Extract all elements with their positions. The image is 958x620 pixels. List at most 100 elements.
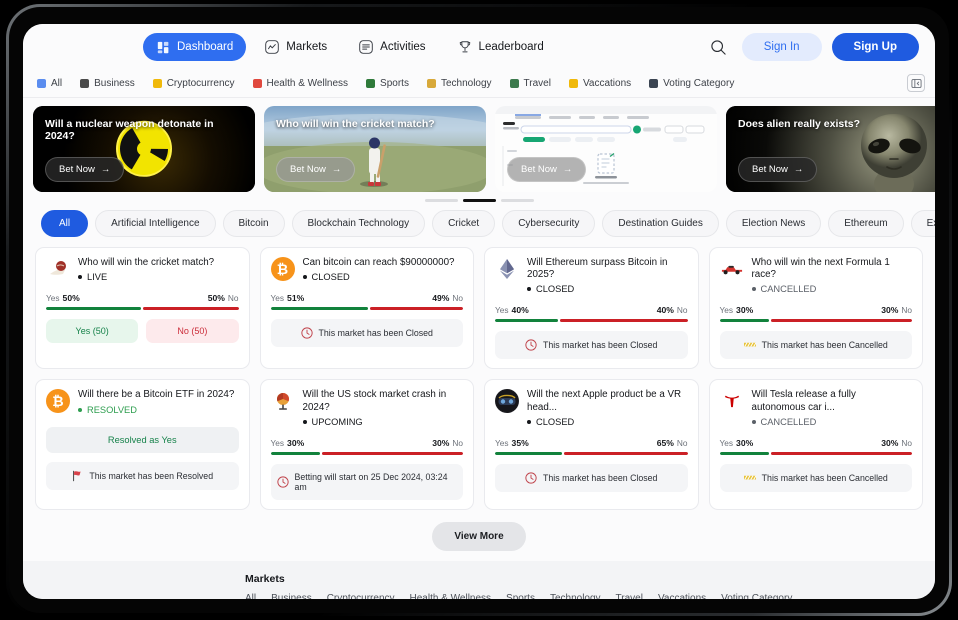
odds-row: Yes35%65%No: [495, 438, 688, 448]
footer-link-voting-category[interactable]: Voting Category: [721, 593, 792, 599]
market-card[interactable]: Will the US stock market crash in 2024?U…: [260, 379, 475, 509]
filter-chip-cricket[interactable]: Cricket: [432, 210, 495, 237]
market-card[interactable]: Will Tesla release a fully autonomous ca…: [709, 379, 924, 509]
market-card[interactable]: ₿Can bitcoin can reach $90000000?CLOSEDY…: [260, 247, 475, 369]
odds-bar-no: [322, 452, 463, 455]
filter-chip-election-news[interactable]: Election News: [726, 210, 821, 237]
footer-link-business[interactable]: Business: [271, 593, 312, 599]
category-item-technology[interactable]: Technology: [427, 78, 492, 89]
hero-slide-1[interactable]: Will a nuclear weapon detonate in 2024?B…: [33, 106, 255, 192]
tesla-icon: [720, 389, 744, 413]
vote-yes-button[interactable]: Yes (50): [46, 319, 138, 343]
no-percent: 30%: [432, 438, 449, 448]
bet-now-button[interactable]: Bet Now→: [507, 157, 586, 182]
filter-chip-blockchain-technology[interactable]: Blockchain Technology: [292, 210, 426, 237]
sign-up-button[interactable]: Sign Up: [832, 33, 919, 61]
market-notice: This market has been Closed: [495, 331, 688, 359]
filter-chip-extra-terrestrial[interactable]: Extra Terrestrial: [911, 210, 935, 237]
hero-slide-3[interactable]: Bet Now→: [495, 106, 717, 192]
category-label: Travel: [524, 78, 551, 89]
filter-chip-artificial-intelligence[interactable]: Artificial Intelligence: [95, 210, 215, 237]
search-icon[interactable]: [706, 34, 732, 60]
hero-slide-4[interactable]: Does alien really exists?Bet Now→: [726, 106, 935, 192]
bet-now-button[interactable]: Bet Now→: [738, 157, 817, 182]
filter-chip-destination-guides[interactable]: Destination Guides: [602, 210, 719, 237]
category-label: Sports: [380, 78, 409, 89]
yes-label: Yes: [495, 438, 509, 448]
market-notice-text: This market has been Closed: [543, 473, 657, 483]
no-label: No: [228, 293, 239, 303]
carousel-dot-3[interactable]: [501, 199, 534, 202]
nav-item-activities[interactable]: Activities: [346, 33, 438, 61]
market-card[interactable]: Will Ethereum surpass Bitcoin in 2025?CL…: [484, 247, 699, 369]
footer-link-health-wellness[interactable]: Health & Wellness: [410, 593, 492, 599]
category-item-travel[interactable]: Travel: [510, 78, 551, 89]
nav-item-markets[interactable]: Markets: [252, 33, 340, 61]
filter-chip-ethereum[interactable]: Ethereum: [828, 210, 903, 237]
category-item-voting-category[interactable]: Voting Category: [649, 78, 734, 89]
nav-item-dashboard[interactable]: Dashboard: [143, 33, 246, 61]
formula1-car-icon: [720, 257, 744, 281]
market-notice: This market has been Closed: [495, 464, 688, 492]
clock-icon: [301, 327, 313, 339]
arrow-right-icon: →: [332, 164, 342, 175]
filter-chip-all[interactable]: All: [41, 210, 88, 237]
category-color-icon: [510, 79, 519, 88]
footer-link-technology[interactable]: Technology: [550, 593, 601, 599]
sign-in-button[interactable]: Sign In: [742, 33, 822, 61]
category-item-vaccations[interactable]: Vaccations: [569, 78, 631, 89]
market-card[interactable]: Who will win the next Formula 1 race?CAN…: [709, 247, 924, 369]
tablet-device-frame: Dashboard Markets Activities Leaderboard: [6, 4, 952, 616]
yes-odds: Yes51%: [271, 293, 308, 303]
market-question: Will the next Apple product be a VR head…: [527, 389, 688, 413]
yes-odds: Yes50%: [46, 293, 83, 303]
category-label: All: [51, 78, 62, 89]
clock-icon: [277, 476, 289, 488]
footer-link-cryptocurrency[interactable]: Cryptocurrency: [327, 593, 395, 599]
status-dot-icon: [78, 408, 82, 412]
vote-no-button[interactable]: No (50): [146, 319, 238, 343]
market-card[interactable]: ₿Will there be a Bitcoin ETF in 2024?RES…: [35, 379, 250, 509]
market-notice: This market has been Resolved: [46, 462, 239, 490]
carousel-dot-2[interactable]: [463, 199, 496, 202]
category-item-business[interactable]: Business: [80, 78, 135, 89]
footer-link-travel[interactable]: Travel: [616, 593, 643, 599]
market-meta: Will Tesla release a fully autonomous ca…: [752, 389, 913, 426]
hero-slide-2[interactable]: Who will win the cricket match?Bet Now→: [264, 106, 486, 192]
bet-now-button[interactable]: Bet Now→: [45, 157, 124, 182]
no-label: No: [452, 438, 463, 448]
footer-link-all[interactable]: All: [245, 593, 256, 599]
bet-now-button[interactable]: Bet Now→: [276, 157, 355, 182]
panel-collapse-icon[interactable]: [907, 74, 925, 92]
odds-bar-no: [370, 307, 463, 310]
nav-item-leaderboard[interactable]: Leaderboard: [445, 33, 557, 61]
market-card[interactable]: Will the next Apple product be a VR head…: [484, 379, 699, 509]
footer-link-vaccations[interactable]: Vaccations: [658, 593, 706, 599]
category-item-all[interactable]: All: [37, 78, 62, 89]
resolved-flag-icon: [71, 470, 83, 482]
category-item-sports[interactable]: Sports: [366, 78, 409, 89]
ethereum-icon: [495, 257, 519, 281]
market-notice-text: This market has been Cancelled: [762, 340, 888, 350]
top-navigation-bar: Dashboard Markets Activities Leaderboard: [23, 24, 935, 70]
odds-bar: [46, 307, 239, 310]
category-color-icon: [366, 79, 375, 88]
view-more-button[interactable]: View More: [432, 522, 525, 551]
carousel-dot-1[interactable]: [425, 199, 458, 202]
filter-chip-cybersecurity[interactable]: Cybersecurity: [502, 210, 595, 237]
market-card[interactable]: Who will win the cricket match?LIVEYes50…: [35, 247, 250, 369]
category-label: Business: [94, 78, 135, 89]
category-item-cryptocurrency[interactable]: Cryptocurrency: [153, 78, 235, 89]
filter-chip-bitcoin[interactable]: Bitcoin: [223, 210, 285, 237]
yes-odds: Yes30%: [720, 305, 757, 315]
yes-label: Yes: [720, 438, 734, 448]
category-color-icon: [427, 79, 436, 88]
view-more-container: View More: [23, 510, 935, 561]
yes-odds: Yes30%: [271, 438, 308, 448]
category-item-health-wellness[interactable]: Health & Wellness: [253, 78, 349, 89]
footer-link-sports[interactable]: Sports: [506, 593, 535, 599]
market-question: Will Ethereum surpass Bitcoin in 2025?: [527, 257, 688, 281]
no-label: No: [452, 293, 463, 303]
tablet-bezel: Dashboard Markets Activities Leaderboard: [9, 7, 949, 613]
market-card-header: ₿Will there be a Bitcoin ETF in 2024?RES…: [46, 389, 239, 414]
